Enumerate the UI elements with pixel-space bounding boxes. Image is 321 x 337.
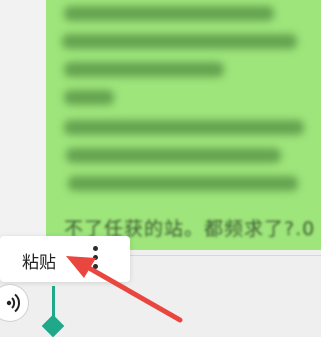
speaker-icon [6,293,21,313]
paste-menu-item[interactable]: 粘贴 [22,248,56,273]
context-menu: 粘贴 [0,236,130,282]
voice-input-button[interactable] [0,285,28,321]
blurred-message-text [46,0,321,250]
text-cursor-handle[interactable] [41,314,65,337]
more-vert-icon[interactable] [88,246,102,272]
message-bubble[interactable]: 不了任获的站。都频求了?.0 [46,0,321,250]
